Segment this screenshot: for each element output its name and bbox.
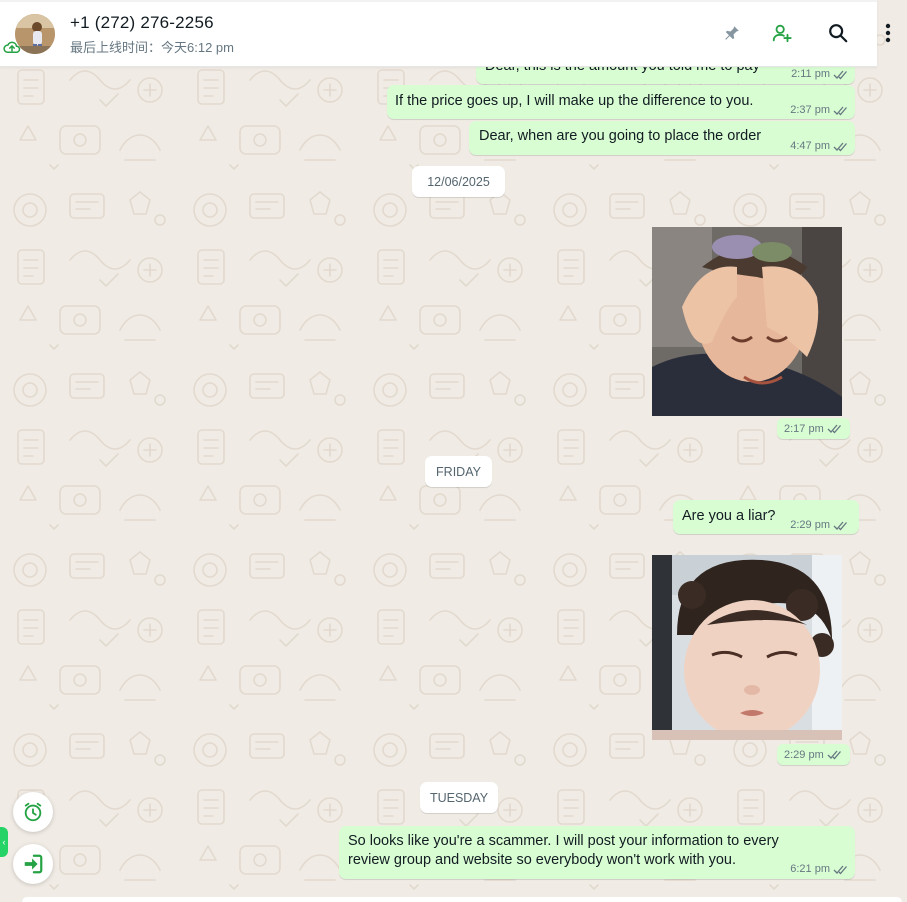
message-time: 4:47 pm: [790, 140, 830, 152]
message-text-line1: So looks like you're a scammer. I will p…: [348, 833, 779, 849]
cloud-upload-icon[interactable]: [3, 38, 21, 56]
date-separator: 12/06/2025: [412, 166, 505, 197]
login-icon[interactable]: [13, 844, 53, 884]
child-hands-on-head-photo: [652, 227, 842, 416]
message-bubble[interactable]: Dear, when are you going to place the or…: [469, 121, 855, 155]
composer-edge: [22, 897, 902, 902]
double-check-icon: [833, 521, 847, 531]
last-seen-status: 最后上线时间：今天6:12 pm: [70, 40, 234, 55]
message-meta: 6:21 pm: [790, 860, 849, 879]
message-meta: 2:37 pm: [790, 101, 849, 120]
message-meta: 2:29 pm: [790, 516, 849, 535]
toddler-face-photo: [652, 555, 842, 740]
message-meta: 4:47 pm: [790, 137, 849, 156]
message-text: Are you a liar?: [682, 508, 776, 524]
double-check-icon: [827, 424, 841, 434]
message-time: 6:21 pm: [790, 863, 830, 875]
message-time: 2:11 pm: [791, 68, 830, 80]
double-check-icon: [833, 70, 847, 80]
side-tab-chevron-icon[interactable]: ‹: [0, 827, 8, 857]
double-check-icon: [833, 142, 847, 152]
message-meta: 2:11 pm: [791, 65, 849, 84]
search-icon[interactable]: [826, 21, 850, 45]
message-time: 2:17 pm: [784, 422, 824, 435]
menu-icon[interactable]: [876, 21, 900, 45]
message-text: If the price goes up, I will make up the…: [395, 93, 754, 109]
alarm-clock-icon[interactable]: [13, 792, 53, 832]
header-top-border: [0, 0, 877, 2]
message-text-line2: review group and website so everybody wo…: [348, 852, 737, 868]
image-meta: 2:17 pm: [777, 418, 850, 439]
date-separator: TUESDAY: [420, 782, 498, 813]
message-bubble[interactable]: If the price goes up, I will make up the…: [387, 85, 855, 119]
image-message[interactable]: [652, 227, 842, 416]
message-time: 2:29 pm: [784, 748, 824, 761]
image-meta: 2:29 pm: [777, 744, 850, 765]
contact-name[interactable]: +1 (272) 276-2256: [70, 13, 214, 33]
double-check-icon: [833, 106, 847, 116]
message-bubble[interactable]: Are you a liar? 2:29 pm: [673, 500, 859, 534]
chat-header: +1 (272) 276-2256 最后上线时间：今天6:12 pm: [0, 0, 891, 67]
message-text: Dear, when are you going to place the or…: [479, 128, 762, 144]
date-separator: FRIDAY: [425, 456, 492, 487]
image-message[interactable]: [652, 555, 842, 740]
message-time: 2:37 pm: [790, 104, 830, 116]
avatar[interactable]: [15, 14, 55, 54]
add-contact-icon[interactable]: [770, 21, 794, 45]
double-check-icon: [827, 750, 841, 760]
message-bubble[interactable]: So looks like you're a scammer. I will p…: [339, 826, 855, 879]
pin-icon[interactable]: [720, 21, 744, 45]
double-check-icon: [833, 865, 847, 875]
message-time: 2:29 pm: [790, 519, 830, 531]
